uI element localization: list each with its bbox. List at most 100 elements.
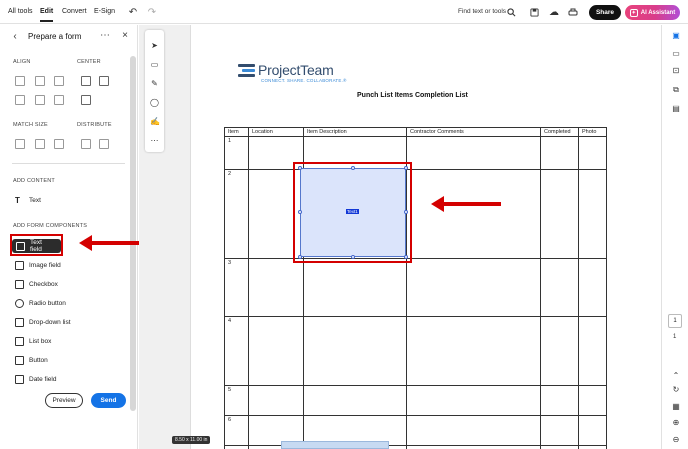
- align-center-horizontal-icon[interactable]: [35, 76, 45, 86]
- component-label: Drop-down list: [29, 318, 71, 326]
- align-label: ALIGN: [13, 59, 31, 65]
- top-toolbar: All tools Edit Convert E-Sign ↶ ↷ Find t…: [0, 0, 688, 24]
- more-tools-icon[interactable]: ⋯: [150, 136, 159, 145]
- document-title: Punch List Items Completion List: [357, 92, 468, 99]
- zoom-out-icon[interactable]: ⊖: [671, 435, 681, 445]
- date-field-icon: [15, 374, 24, 384]
- attachment-icon[interactable]: ▤: [671, 104, 681, 114]
- component-dropdown-list[interactable]: Drop-down list: [15, 315, 71, 329]
- checkbox-icon: [15, 279, 24, 289]
- align-top-icon[interactable]: [15, 95, 25, 105]
- align-bottom-icon[interactable]: [54, 95, 64, 105]
- arrow-annotation-right: [431, 196, 501, 212]
- logo-text: ProjectTeam: [258, 62, 334, 78]
- header-contractor-comments: Contractor Comments: [406, 127, 541, 137]
- ai-assistant-button[interactable]: ✦ AI Assistant: [625, 5, 680, 20]
- match-width-icon[interactable]: [15, 139, 25, 149]
- preview-button[interactable]: Preview: [45, 393, 83, 408]
- upload-cloud-icon[interactable]: ☁: [548, 6, 560, 18]
- partial-form-field[interactable]: [281, 441, 389, 449]
- share-button[interactable]: Share: [589, 5, 621, 20]
- header-location: Location: [248, 127, 304, 137]
- redo-icon[interactable]: ↷: [146, 6, 158, 18]
- send-button[interactable]: Send: [91, 393, 126, 408]
- undo-icon[interactable]: ↶: [127, 6, 139, 18]
- table-row: 1: [224, 136, 607, 170]
- comment-icon[interactable]: ▭: [671, 49, 681, 59]
- bookmark-icon[interactable]: ⊡: [671, 66, 681, 76]
- component-label: Date field: [29, 375, 57, 383]
- zoom-in-icon[interactable]: ⊕: [671, 418, 681, 428]
- component-image-field[interactable]: Image field: [15, 258, 61, 272]
- align-middle-icon[interactable]: [35, 95, 45, 105]
- chevron-up-icon[interactable]: ⌃: [671, 371, 681, 381]
- highlight-box: [10, 234, 63, 256]
- text-tool[interactable]: T Text: [15, 193, 41, 207]
- center-vertical-icon[interactable]: [99, 76, 109, 86]
- component-radio-button[interactable]: Radio button: [15, 296, 66, 310]
- back-arrow-icon[interactable]: ‹: [9, 30, 21, 42]
- panel-title: Prepare a form: [28, 32, 82, 41]
- component-label: Button: [29, 356, 48, 364]
- page-number-input[interactable]: 1: [668, 314, 682, 328]
- header-item: Item: [224, 127, 249, 137]
- tab-all-tools[interactable]: All tools: [8, 8, 33, 15]
- radio-button-icon: [15, 298, 24, 308]
- page-size-badge: 8.50 x 11.00 in: [172, 436, 211, 444]
- prepare-form-panel: ‹ Prepare a form ⋯ × ALIGN CENTER MATCH …: [0, 25, 138, 449]
- refresh-icon[interactable]: ↻: [671, 385, 681, 395]
- component-label: List box: [29, 337, 52, 345]
- more-options-icon[interactable]: ⋯: [99, 29, 111, 41]
- component-label: Checkbox: [29, 280, 58, 288]
- pen-icon[interactable]: ✎: [150, 79, 159, 88]
- close-icon[interactable]: ×: [119, 29, 131, 41]
- arrow-annotation-left: [79, 235, 140, 251]
- add-content-label: ADD CONTENT: [13, 178, 55, 184]
- center-horizontal-icon[interactable]: [81, 76, 91, 86]
- print-icon[interactable]: [567, 6, 579, 18]
- floating-tool-strip: ➤ ▭ ✎ ◯ ✍ ⋯: [145, 30, 164, 152]
- component-date-field[interactable]: Date field: [15, 372, 56, 386]
- tab-convert[interactable]: Convert: [62, 8, 87, 15]
- find-text-or-tools[interactable]: Find text or tools: [458, 8, 506, 15]
- add-comment-icon[interactable]: ▭: [150, 60, 159, 69]
- header-completed: Completed: [540, 127, 579, 137]
- dropdown-list-icon: [15, 317, 24, 327]
- distribute-vertical-icon[interactable]: [99, 139, 109, 149]
- pages-icon[interactable]: ⧉: [671, 85, 681, 95]
- ai-assistant-icon: ✦: [629, 8, 638, 17]
- tab-e-sign[interactable]: E-Sign: [94, 8, 115, 15]
- component-button[interactable]: Button: [15, 353, 48, 367]
- table-row: 3: [224, 258, 607, 317]
- prepare-form-icon[interactable]: ▣: [671, 31, 681, 41]
- align-left-icon[interactable]: [15, 76, 25, 86]
- distribute-label: DISTRIBUTE: [77, 122, 112, 128]
- divider: [12, 163, 125, 164]
- center-both-icon[interactable]: [81, 95, 91, 105]
- page-total: 1: [673, 334, 677, 340]
- match-size-label: MATCH SIZE: [13, 122, 48, 128]
- fill-sign-icon[interactable]: ✍: [150, 117, 160, 126]
- component-list-box[interactable]: List box: [15, 334, 51, 348]
- tab-edit[interactable]: Edit: [40, 8, 54, 22]
- search-icon[interactable]: [505, 6, 517, 18]
- right-rail: ▣ ▭ ⊡ ⧉ ▤ ⌃ ↻ ▦ ⊕ ⊖: [661, 25, 688, 449]
- table-row: 2: [224, 169, 607, 259]
- distribute-horizontal-icon[interactable]: [81, 139, 91, 149]
- text-tool-label: Text: [29, 196, 41, 204]
- company-logo: ProjectTeam: [238, 63, 334, 78]
- align-right-icon[interactable]: [54, 76, 64, 86]
- save-icon[interactable]: [528, 6, 540, 18]
- lasso-icon[interactable]: ◯: [150, 98, 159, 107]
- component-label: Radio button: [29, 299, 66, 307]
- match-both-icon[interactable]: [54, 139, 64, 149]
- center-label: CENTER: [77, 59, 101, 65]
- logo-mark-icon: [238, 63, 255, 78]
- save-pdf-icon[interactable]: ▦: [671, 402, 681, 412]
- panel-scrollbar[interactable]: [130, 56, 136, 411]
- component-checkbox[interactable]: Checkbox: [15, 277, 58, 291]
- punch-list-table: Item Location Item Description Contracto…: [224, 127, 607, 449]
- select-arrow-icon[interactable]: ➤: [150, 41, 159, 50]
- match-height-icon[interactable]: [35, 139, 45, 149]
- list-box-icon: [15, 336, 24, 346]
